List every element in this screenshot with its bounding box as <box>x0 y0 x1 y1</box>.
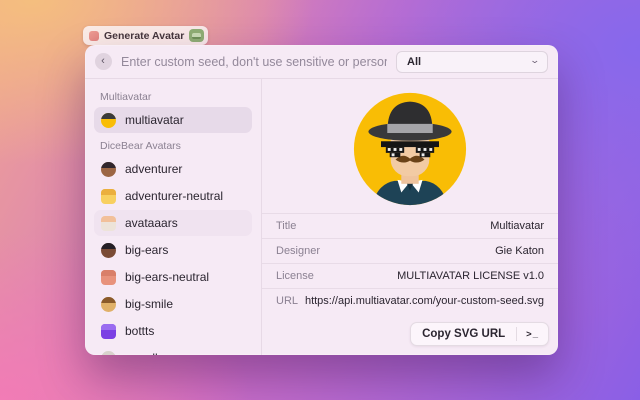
croodles-icon <box>101 351 116 356</box>
sidebar-item-bottts[interactable]: bottts <box>94 318 252 344</box>
big-smile-icon <box>101 297 116 312</box>
sidebar-item-croodles[interactable]: croodles <box>94 345 252 355</box>
action-footer: Copy SVG URL >_ <box>262 313 558 355</box>
detail-value: MULTIAVATAR LICENSE v1.0 <box>397 270 544 282</box>
action-button-group: Copy SVG URL >_ <box>410 322 549 346</box>
window-content: Multiavatar multiavatar DiceBear Avatars ad… <box>85 79 558 355</box>
car-badge-icon <box>189 29 204 42</box>
sidebar-item-adventurer[interactable]: adventurer <box>94 156 252 182</box>
sidebar-item-label: big-ears <box>125 243 168 257</box>
sidebar-item-label: big-smile <box>125 297 173 311</box>
sidebar-item-label: adventurer <box>125 162 182 176</box>
section-title: Multiavatar <box>94 85 252 107</box>
filter-dropdown[interactable]: All ⌄ <box>396 51 548 73</box>
big-ears-neutral-icon <box>101 270 116 285</box>
sidebar-item-label: big-ears-neutral <box>125 270 209 284</box>
detail-label: URL <box>276 295 298 307</box>
sidebar-item-avataaars[interactable]: avataaars <box>94 210 252 236</box>
copy-svg-url-button[interactable]: Copy SVG URL <box>411 323 516 345</box>
detail-row-title: Title Multiavatar <box>262 213 558 238</box>
multiavatar-icon <box>101 113 116 128</box>
big-ears-icon <box>101 243 116 258</box>
sidebar-item-label: bottts <box>125 324 154 338</box>
avatar-preview <box>262 79 558 213</box>
terminal-shortcut-icon[interactable]: >_ <box>517 323 548 345</box>
back-button[interactable]: ‹ <box>95 53 112 70</box>
section-title: DiceBear Avatars <box>94 134 252 156</box>
detail-row-license: License MULTIAVATAR LICENSE v1.0 <box>262 263 558 288</box>
detail-value: https://api.multiavatar.com/your-custom-… <box>305 295 544 307</box>
sidebar-item-big-ears[interactable]: big-ears <box>94 237 252 263</box>
detail-label: Title <box>276 220 296 232</box>
seed-input[interactable] <box>121 55 387 69</box>
sidebar-item-big-ears-neutral[interactable]: big-ears-neutral <box>94 264 252 290</box>
detail-label: Designer <box>276 245 320 257</box>
sidebar-item-label: adventurer-neutral <box>125 189 223 203</box>
avatar-image <box>352 91 468 207</box>
sidebar-item-label: avataaars <box>125 216 178 230</box>
bottts-icon <box>101 324 116 339</box>
command-pill[interactable]: Generate Avatar <box>83 26 208 45</box>
generate-avatar-window: ‹ All ⌄ Multiavatar multiavatar DiceBear A… <box>85 45 558 355</box>
detail-row-url: URL https://api.multiavatar.com/your-cust… <box>262 288 558 313</box>
sidebar-item-multiavatar[interactable]: multiavatar <box>94 107 252 133</box>
detail-label: License <box>276 270 314 282</box>
adventurer-neutral-icon <box>101 189 116 204</box>
filter-dropdown-value: All <box>407 56 421 68</box>
avatar-style-list: Multiavatar multiavatar DiceBear Avatars ad… <box>85 79 262 355</box>
sidebar-item-big-smile[interactable]: big-smile <box>94 291 252 317</box>
command-pill-label: Generate Avatar <box>104 30 184 42</box>
detail-panel: Title Multiavatar Designer Gie Katon License… <box>262 79 558 355</box>
adventurer-icon <box>101 162 116 177</box>
sidebar-item-adventurer-neutral[interactable]: adventurer-neutral <box>94 183 252 209</box>
detail-row-designer: Designer Gie Katon <box>262 238 558 263</box>
search-header: ‹ All ⌄ <box>85 45 558 79</box>
desktop-background: Generate Avatar ‹ All ⌄ Multiavatar multi… <box>0 0 640 400</box>
sidebar-item-label: croodles <box>125 351 170 355</box>
details-table: Title Multiavatar Designer Gie Katon License… <box>262 213 558 313</box>
chevron-down-icon: ⌄ <box>530 55 541 66</box>
detail-value: Multiavatar <box>490 220 544 232</box>
sidebar-item-label: multiavatar <box>125 113 184 127</box>
detail-value: Gie Katon <box>495 245 544 257</box>
avataaars-icon <box>101 216 116 231</box>
app-icon <box>89 31 99 41</box>
